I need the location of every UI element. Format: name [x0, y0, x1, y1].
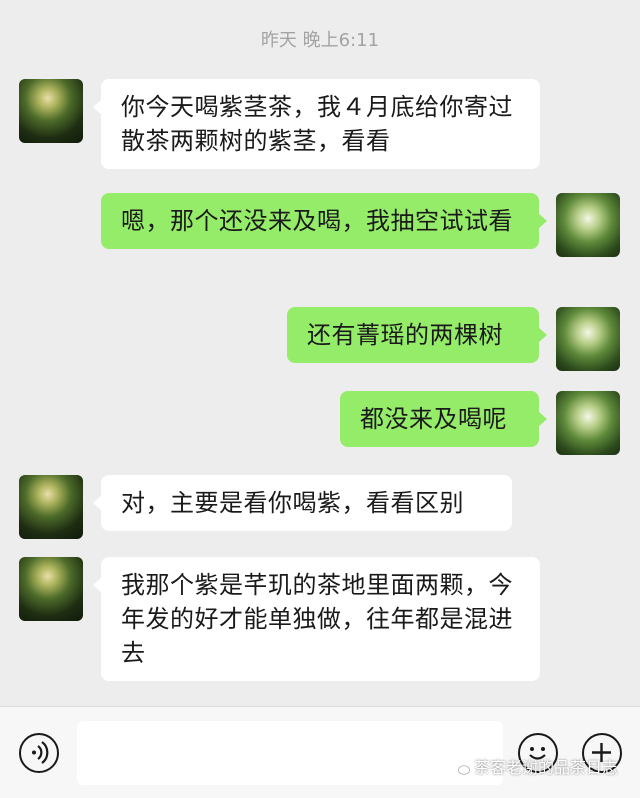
tree-avatar-icon — [556, 391, 620, 455]
watermark-text: 茶客老谢的品茶日志 — [474, 758, 619, 777]
message-bubble-incoming[interactable]: 对，主要是看你喝紫，看看区别 — [93, 475, 512, 531]
my-avatar[interactable] — [556, 193, 620, 257]
input-bar — [0, 706, 640, 798]
voice-icon — [32, 741, 49, 764]
message-bubble-incoming[interactable]: 我那个紫是芊玑的茶地里面两颗，今年发的好才能单独做，往年都是混进去 — [93, 557, 540, 681]
my-avatar[interactable] — [556, 391, 620, 455]
message-text: 嗯，那个还没来及喝，我抽空试试看 — [121, 207, 513, 235]
voice-button[interactable] — [19, 733, 59, 773]
watermark: 茶客老谢的品茶日志 — [452, 754, 618, 778]
message-text: 你今天喝紫茎茶，我４月底给你寄过散茶两颗树的紫茎，看看 — [121, 93, 513, 155]
contact-avatar[interactable] — [19, 557, 83, 621]
my-avatar[interactable] — [556, 307, 620, 371]
message-text: 都没来及喝呢 — [360, 405, 507, 433]
contact-avatar[interactable] — [19, 475, 83, 539]
message-text: 我那个紫是芊玑的茶地里面两颗，今年发的好才能单独做，往年都是混进去 — [121, 571, 513, 667]
message-text: 对，主要是看你喝紫，看看区别 — [121, 489, 464, 517]
tree-avatar-icon — [556, 193, 620, 257]
message-input[interactable] — [77, 721, 503, 785]
contact-avatar[interactable] — [19, 79, 83, 143]
message-bubble-incoming[interactable]: 你今天喝紫茎茶，我４月底给你寄过散茶两颗树的紫茎，看看 — [93, 79, 540, 169]
tree-avatar-icon — [556, 307, 620, 371]
wechat-icon — [452, 761, 470, 775]
message-bubble-outgoing[interactable]: 还有菁瑶的两棵树 — [287, 307, 547, 363]
message-text: 还有菁瑶的两棵树 — [307, 321, 503, 349]
message-bubble-outgoing[interactable]: 都没来及喝呢 — [340, 391, 547, 447]
forest-avatar-icon — [19, 79, 83, 143]
forest-avatar-icon — [19, 475, 83, 539]
message-bubble-outgoing[interactable]: 嗯，那个还没来及喝，我抽空试试看 — [101, 193, 547, 249]
timestamp: 昨天 晚上6:11 — [260, 30, 380, 51]
forest-avatar-icon — [19, 557, 83, 621]
